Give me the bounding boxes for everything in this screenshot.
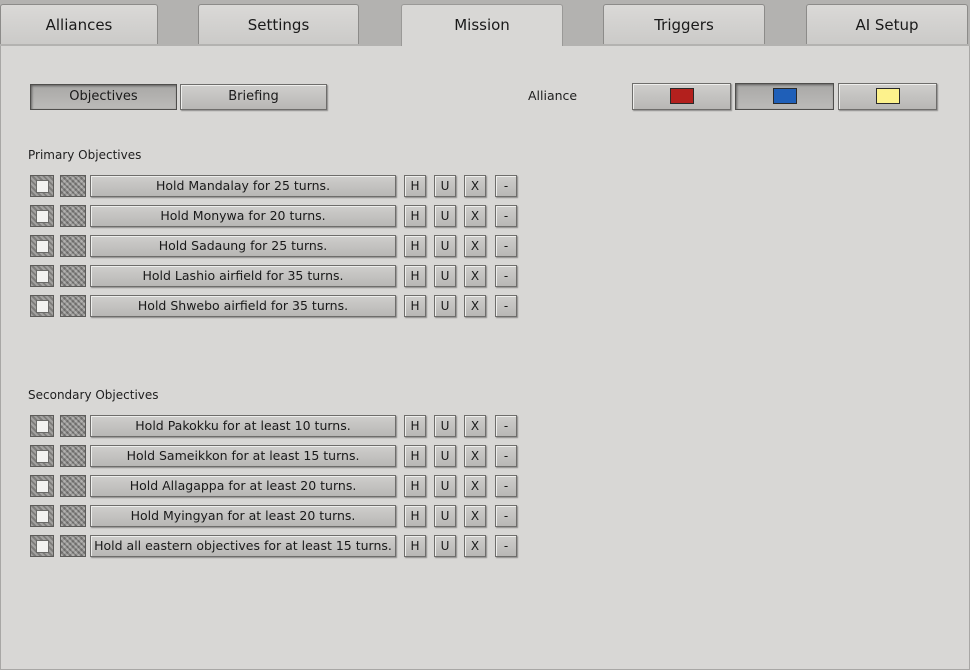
objective-remove-button[interactable]: - — [495, 415, 517, 437]
objective-x-button[interactable]: X — [464, 445, 486, 467]
objective-text-button[interactable]: Hold Shwebo airfield for 35 turns. — [90, 295, 396, 317]
objective-u-button[interactable]: U — [434, 295, 456, 317]
objective-row: Hold Lashio airfield for 35 turns. H U X - — [30, 265, 520, 287]
tab-bar: Alliances Settings Mission Triggers AI S… — [0, 0, 970, 48]
objective-remove-button[interactable]: - — [495, 175, 517, 197]
objective-u-button[interactable]: U — [434, 505, 456, 527]
objective-text-button[interactable]: Hold Sadaung for 25 turns. — [90, 235, 396, 257]
objective-location-picker[interactable] — [60, 415, 86, 437]
objective-location-picker[interactable] — [60, 295, 86, 317]
objective-h-button[interactable]: H — [404, 295, 426, 317]
objective-u-button[interactable]: U — [434, 265, 456, 287]
objective-text-button[interactable]: Hold Sameikkon for at least 15 turns. — [90, 445, 396, 467]
objective-row: Hold Sadaung for 25 turns. H U X - — [30, 235, 520, 257]
objective-remove-button[interactable]: - — [495, 235, 517, 257]
objective-checkbox[interactable] — [30, 175, 54, 197]
objective-u-button[interactable]: U — [434, 175, 456, 197]
objective-text-button[interactable]: Hold Pakokku for at least 10 turns. — [90, 415, 396, 437]
objective-u-button[interactable]: U — [434, 205, 456, 227]
objective-checkbox[interactable] — [30, 235, 54, 257]
objective-h-button[interactable]: H — [404, 235, 426, 257]
objective-checkbox[interactable] — [30, 415, 54, 437]
objective-h-button[interactable]: H — [404, 265, 426, 287]
objective-row: Hold Allagappa for at least 20 turns. H U X… — [30, 475, 520, 497]
objective-x-button[interactable]: X — [464, 535, 486, 557]
objective-x-button[interactable]: X — [464, 415, 486, 437]
objective-text-button[interactable]: Hold Lashio airfield for 35 turns. — [90, 265, 396, 287]
objective-location-picker[interactable] — [60, 205, 86, 227]
tab-alliances[interactable]: Alliances — [0, 4, 158, 44]
mission-panel: Objectives Briefing Alliance Primary Obj… — [0, 46, 970, 670]
objective-x-button[interactable]: X — [464, 265, 486, 287]
objective-text-button[interactable]: Hold Allagappa for at least 20 turns. — [90, 475, 396, 497]
alliance-red-button[interactable] — [632, 83, 731, 110]
objective-u-button[interactable]: U — [434, 235, 456, 257]
objective-u-button[interactable]: U — [434, 475, 456, 497]
objective-x-button[interactable]: X — [464, 175, 486, 197]
objective-remove-button[interactable]: - — [495, 295, 517, 317]
tab-triggers[interactable]: Triggers — [603, 4, 765, 44]
objectives-subtab[interactable]: Objectives — [30, 84, 177, 110]
objective-location-picker[interactable] — [60, 535, 86, 557]
objective-h-button[interactable]: H — [404, 445, 426, 467]
objective-checkbox[interactable] — [30, 445, 54, 467]
objective-location-picker[interactable] — [60, 235, 86, 257]
tab-ai-setup[interactable]: AI Setup — [806, 4, 968, 44]
objective-remove-button[interactable]: - — [495, 445, 517, 467]
objective-checkbox[interactable] — [30, 475, 54, 497]
blue-swatch — [772, 88, 797, 104]
objective-h-button[interactable]: H — [404, 505, 426, 527]
objective-h-button[interactable]: H — [404, 415, 426, 437]
objective-x-button[interactable]: X — [464, 295, 486, 317]
objective-location-picker[interactable] — [60, 445, 86, 467]
objective-row: Hold Monywa for 20 turns. H U X - — [30, 205, 520, 227]
objective-row: Hold Myingyan for at least 20 turns. H U X - — [30, 505, 520, 527]
objective-h-button[interactable]: H — [404, 475, 426, 497]
objective-remove-button[interactable]: - — [495, 475, 517, 497]
objective-row: Hold Mandalay for 25 turns. H U X - — [30, 175, 520, 197]
objective-remove-button[interactable]: - — [495, 505, 517, 527]
objective-location-picker[interactable] — [60, 265, 86, 287]
objective-u-button[interactable]: U — [434, 415, 456, 437]
objective-row: Hold Sameikkon for at least 15 turns. H U X… — [30, 445, 520, 467]
briefing-subtab[interactable]: Briefing — [180, 84, 327, 110]
objective-h-button[interactable]: H — [404, 175, 426, 197]
objective-row: Hold all eastern objectives for at least… — [30, 535, 520, 557]
alliance-label: Alliance — [528, 88, 578, 103]
objective-remove-button[interactable]: - — [495, 205, 517, 227]
objective-text-button[interactable]: Hold Mandalay for 25 turns. — [90, 175, 396, 197]
objective-h-button[interactable]: H — [404, 535, 426, 557]
objective-x-button[interactable]: X — [464, 475, 486, 497]
objective-text-button[interactable]: Hold Monywa for 20 turns. — [90, 205, 396, 227]
objective-checkbox[interactable] — [30, 295, 54, 317]
alliance-yellow-button[interactable] — [838, 83, 937, 110]
objective-location-picker[interactable] — [60, 505, 86, 527]
objective-u-button[interactable]: U — [434, 445, 456, 467]
objective-remove-button[interactable]: - — [495, 535, 517, 557]
tab-mission[interactable]: Mission — [401, 4, 563, 48]
objective-row: Hold Shwebo airfield for 35 turns. H U X - — [30, 295, 520, 317]
objective-text-button[interactable]: Hold all eastern objectives for at least… — [90, 535, 396, 557]
primary-objectives-heading: Primary Objectives — [28, 148, 142, 162]
red-swatch — [669, 88, 694, 104]
secondary-objectives-heading: Secondary Objectives — [28, 388, 159, 402]
objective-x-button[interactable]: X — [464, 235, 486, 257]
tab-settings[interactable]: Settings — [198, 4, 359, 44]
objective-x-button[interactable]: X — [464, 205, 486, 227]
objective-checkbox[interactable] — [30, 265, 54, 287]
objective-text-button[interactable]: Hold Myingyan for at least 20 turns. — [90, 505, 396, 527]
objective-location-picker[interactable] — [60, 475, 86, 497]
objective-location-picker[interactable] — [60, 175, 86, 197]
objective-checkbox[interactable] — [30, 205, 54, 227]
alliance-blue-button[interactable] — [735, 83, 834, 110]
objective-checkbox[interactable] — [30, 535, 54, 557]
yellow-swatch — [875, 88, 900, 104]
objective-h-button[interactable]: H — [404, 205, 426, 227]
objective-u-button[interactable]: U — [434, 535, 456, 557]
objective-x-button[interactable]: X — [464, 505, 486, 527]
objective-remove-button[interactable]: - — [495, 265, 517, 287]
objective-checkbox[interactable] — [30, 505, 54, 527]
objective-row: Hold Pakokku for at least 10 turns. H U X - — [30, 415, 520, 437]
